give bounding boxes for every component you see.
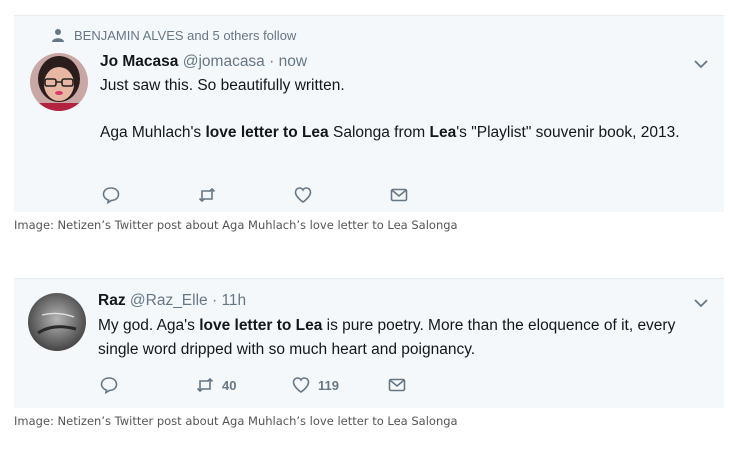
text-segment: My god. Aga's [98, 317, 200, 334]
tweet-text-line1: Just saw this. So beautifully written. [100, 77, 345, 94]
social-context: BENJAMIN ALVES and 5 others follow [52, 28, 297, 43]
timestamp[interactable]: now [279, 53, 307, 70]
text-segment: Aga Muhlach's [100, 124, 206, 141]
timestamp[interactable]: 11h [221, 292, 246, 309]
person-icon [52, 29, 64, 42]
tweet-header: Jo Macasa @jomacasa · now [100, 53, 307, 71]
image-caption: Image: Netizen’s Twitter post about Aga … [14, 414, 458, 428]
separator: · [269, 53, 275, 70]
tweet-text: My god. Aga's love letter to Lea is pure… [98, 314, 698, 362]
reply-button[interactable] [102, 186, 198, 204]
social-context-text: BENJAMIN ALVES and 5 others follow [74, 28, 297, 43]
avatar-image [30, 53, 88, 111]
avatar[interactable] [30, 53, 88, 111]
tweet-card[interactable]: BENJAMIN ALVES and 5 others follow Jo Ma… [14, 15, 724, 212]
user-handle[interactable]: @jomacasa [183, 53, 265, 70]
tweet-card[interactable]: Raz @Raz_Elle · 11h My god. Aga's love l… [14, 278, 724, 408]
image-caption: Image: Netizen’s Twitter post about Aga … [14, 218, 458, 232]
display-name[interactable]: Raz [98, 292, 126, 309]
text-bold-segment: Lea [429, 124, 457, 141]
reply-icon [100, 377, 118, 394]
chevron-down-icon[interactable] [694, 298, 708, 308]
retweet-button[interactable]: 40 [196, 376, 292, 394]
retweet-icon [196, 377, 214, 393]
text-segment: Salonga from [328, 124, 430, 141]
chevron-down-icon[interactable] [694, 59, 708, 69]
reply-icon [102, 187, 120, 204]
reply-button[interactable] [100, 376, 196, 394]
text-bold-segment: love letter to Lea [199, 317, 323, 334]
user-handle[interactable]: @Raz_Elle [130, 292, 208, 309]
like-button[interactable] [294, 186, 390, 204]
tweet-text-line2: Aga Muhlach's love letter to Lea Salonga… [100, 121, 700, 145]
avatar-image [28, 293, 86, 351]
like-button[interactable]: 119 [292, 376, 388, 394]
like-count: 119 [318, 377, 339, 393]
envelope-icon [388, 378, 406, 392]
separator: · [211, 292, 218, 309]
retweet-button[interactable] [198, 186, 294, 204]
text-bold-segment: love letter to Lea [205, 124, 329, 141]
direct-message-button[interactable] [388, 376, 406, 394]
tweet-actions [102, 186, 408, 204]
retweet-icon [198, 187, 216, 203]
envelope-icon [390, 188, 408, 202]
heart-icon [292, 377, 310, 393]
tweet-actions: 40 119 [100, 376, 406, 394]
retweet-count: 40 [222, 377, 237, 393]
direct-message-button[interactable] [390, 186, 408, 204]
avatar[interactable] [28, 293, 86, 351]
text-segment: 's "Playlist" souvenir book, 2013. [456, 124, 680, 141]
heart-icon [294, 187, 312, 203]
display-name[interactable]: Jo Macasa [100, 53, 178, 70]
tweet-header: Raz @Raz_Elle · 11h [98, 292, 246, 310]
